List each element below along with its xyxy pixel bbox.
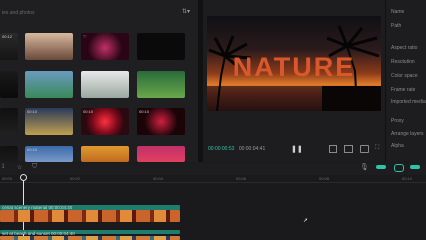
media-thumb-sky[interactable]: 00:10 <box>25 146 73 162</box>
screenshot-icon[interactable] <box>344 145 353 153</box>
media-thumb-forest[interactable] <box>137 71 185 98</box>
crop-icon[interactable] <box>329 145 337 153</box>
video-preview: NATURE <box>207 16 381 111</box>
property-label: Path <box>391 23 402 29</box>
ruler-tick-label: 00:08 <box>319 176 330 181</box>
thumb-duration: 00:10 <box>139 109 150 114</box>
media-thumb-dark[interactable] <box>0 71 18 98</box>
preview-toggle[interactable] <box>410 165 420 169</box>
current-time: 00:00:00:53 <box>208 146 235 152</box>
media-thumb-sunset[interactable]: 00:10 <box>25 108 73 135</box>
ruler-tick-label: 00:02 <box>70 176 81 181</box>
thumb-duration: 00:12 <box>2 34 13 39</box>
media-thumb-dark[interactable] <box>0 108 18 135</box>
media-thumb-hearts[interactable]: 00:10 <box>137 108 185 135</box>
undo-icon[interactable]: ☆ <box>17 164 22 171</box>
nature-title-text: NATURE <box>232 52 356 82</box>
preview-timecode: 00:00:00:53 00:00:04:41 <box>208 146 265 152</box>
ruler-tick-label: 00:00 <box>2 176 13 181</box>
property-label: Aspect ratio <box>391 45 418 51</box>
ruler-line <box>0 182 426 183</box>
property-label: Frame rate <box>391 87 416 93</box>
link-toggle[interactable] <box>394 164 404 172</box>
ruler-tick-label: 00:04 <box>153 176 164 181</box>
ruler-tick-label: 00:06 <box>236 176 247 181</box>
thumb-duration: 00:10 <box>27 109 38 114</box>
media-thumb-orange[interactable] <box>81 146 129 162</box>
property-label: Alpha <box>391 143 404 149</box>
property-label: Proxy <box>391 118 404 124</box>
ruler-tick-label: 00:10 <box>402 176 413 181</box>
thumb-duration: ♡ <box>83 34 87 39</box>
clip-1-frames[interactable] <box>0 210 180 222</box>
media-thumb-beach[interactable] <box>25 71 73 98</box>
media-thumb-dark[interactable] <box>0 146 18 162</box>
shield-icon[interactable]: ⛉ <box>32 163 37 171</box>
fullscreen-icon[interactable]: ⛶ <box>375 145 379 152</box>
property-label: Color space <box>391 73 418 79</box>
media-search-input[interactable]: ies and photos <box>0 8 132 18</box>
media-thumb-couple[interactable] <box>25 33 73 60</box>
split-icon[interactable]: ⟟ <box>2 164 4 171</box>
media-thumb-black[interactable] <box>137 33 185 60</box>
property-label: Arrange layers <box>391 131 424 137</box>
property-label: Name <box>391 9 405 15</box>
media-thumb-dark[interactable]: 00:12 <box>0 33 18 60</box>
pause-icon[interactable]: ❚❚ <box>291 145 303 153</box>
media-thumb-heart[interactable]: ♡ <box>81 33 129 60</box>
thumb-duration: 00:10 <box>83 109 94 114</box>
thumb-duration: 00:10 <box>27 147 38 152</box>
property-label: Imported media <box>391 99 426 105</box>
media-thumb-neon-heart[interactable]: 00:10 <box>81 108 129 135</box>
snap-toggle[interactable] <box>376 165 386 169</box>
playhead-handle[interactable] <box>20 174 27 181</box>
mouse-cursor-icon: ➚ <box>303 218 309 224</box>
total-time: 00:00:04:41 <box>238 146 266 152</box>
microphone-icon[interactable]: 🎙 <box>360 163 369 171</box>
media-thumb-couple-walk[interactable] <box>81 71 129 98</box>
media-thumb-pink[interactable] <box>137 146 185 162</box>
aspect-ratio-icon[interactable] <box>360 145 369 153</box>
clip-2-frames[interactable] <box>0 236 180 240</box>
filter-icon[interactable]: ⇅▾ <box>182 8 190 15</box>
property-label: Resolution <box>391 59 415 65</box>
